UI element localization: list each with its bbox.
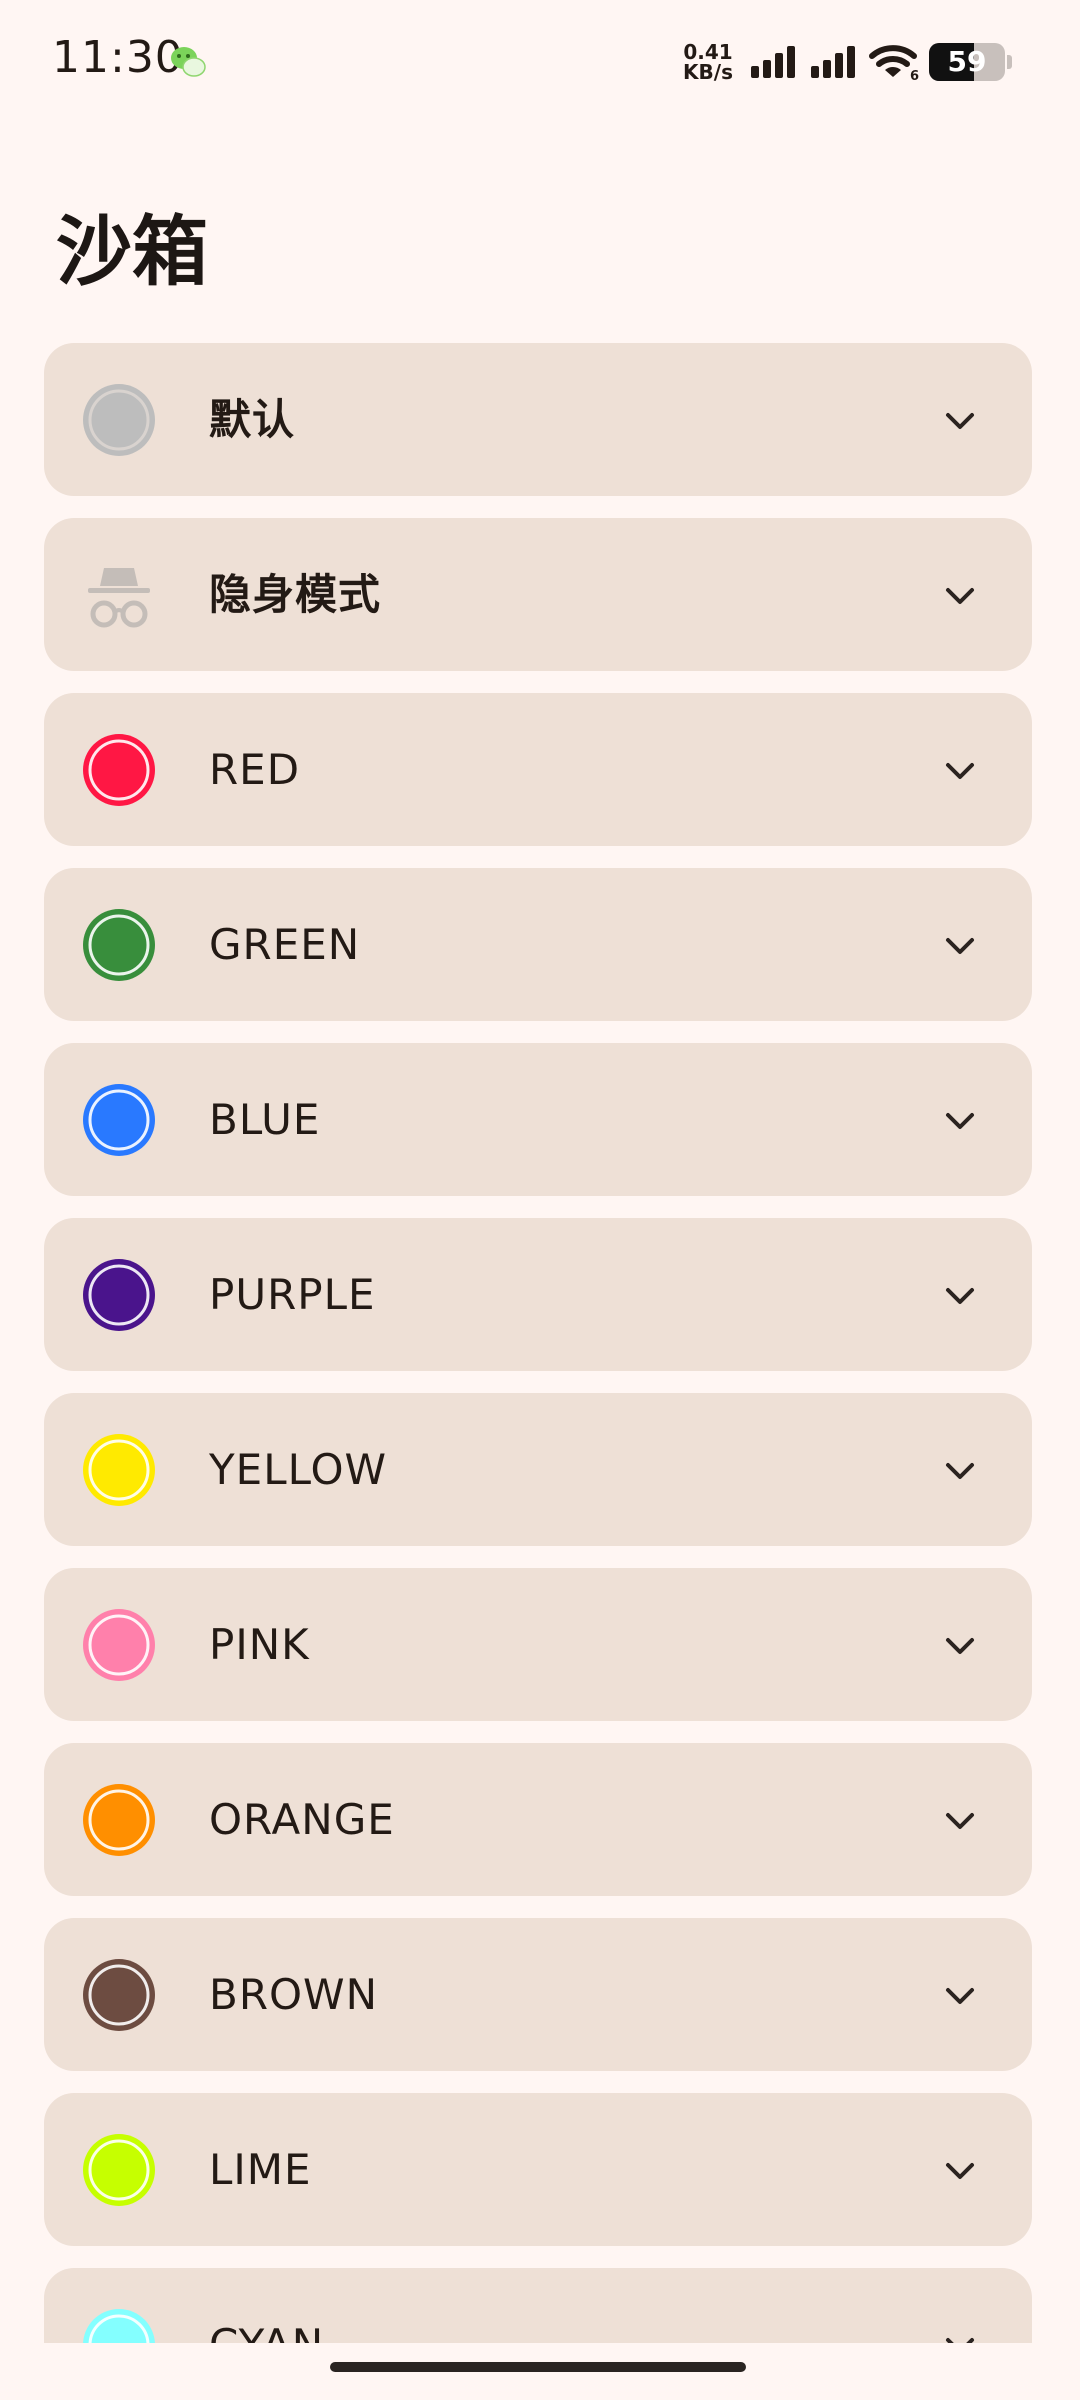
sandbox-item-label: ORANGE <box>209 1795 395 1844</box>
sandbox-item[interactable]: PURPLE <box>44 1218 1032 1371</box>
status-time: 11:30 <box>52 32 184 83</box>
sandbox-list: 默认隐身模式 RED GREEN BLUE PURPLE YELLOW PINK ORANGE… <box>44 343 1032 2343</box>
sandbox-item-label: YELLOW <box>209 1445 388 1494</box>
sandbox-item-label: LIME <box>209 2145 312 2194</box>
signal-icon <box>751 46 795 78</box>
red-circle-icon <box>83 734 155 806</box>
battery-icon: 59 <box>929 43 1005 81</box>
battery-percent: 59 <box>947 45 987 78</box>
sandbox-item[interactable]: 隐身模式 <box>44 518 1032 671</box>
chevron-down-icon[interactable] <box>940 926 980 966</box>
network-speed: 0.41 KB/s <box>683 42 733 82</box>
chevron-down-icon[interactable] <box>940 2326 980 2343</box>
brown-circle-icon <box>83 1959 155 2031</box>
chevron-down-icon[interactable] <box>940 401 980 441</box>
chevron-down-icon[interactable] <box>940 1101 980 1141</box>
sandbox-item-label: PURPLE <box>209 1270 376 1319</box>
chevron-down-icon[interactable] <box>940 576 980 616</box>
sandbox-item-label: CYAN <box>209 2268 324 2343</box>
sandbox-item[interactable]: CYAN <box>44 2268 1032 2343</box>
sandbox-item-label: 隐身模式 <box>209 570 382 619</box>
sandbox-item[interactable]: ORANGE <box>44 1743 1032 1896</box>
pink-circle-icon <box>83 1609 155 1681</box>
purple-circle-icon <box>83 1259 155 1331</box>
sandbox-item-label: BLUE <box>209 1095 321 1144</box>
sandbox-item[interactable]: YELLOW <box>44 1393 1032 1546</box>
lime-circle-icon <box>83 2134 155 2206</box>
chevron-down-icon[interactable] <box>940 1801 980 1841</box>
chevron-down-icon[interactable] <box>940 1626 980 1666</box>
network-speed-unit: KB/s <box>683 60 733 84</box>
signal-icon <box>811 46 855 78</box>
orange-circle-icon <box>83 1784 155 1856</box>
sandbox-item[interactable]: PINK <box>44 1568 1032 1721</box>
chevron-down-icon[interactable] <box>940 1976 980 2016</box>
chevron-down-icon[interactable] <box>940 751 980 791</box>
sandbox-item-label: GREEN <box>209 920 361 969</box>
network-speed-value: 0.41 <box>683 40 733 64</box>
chevron-down-icon[interactable] <box>940 2151 980 2191</box>
incognito-icon <box>88 568 150 628</box>
sandbox-item[interactable]: LIME <box>44 2093 1032 2246</box>
wifi-badge: 6 <box>910 69 919 81</box>
home-indicator[interactable] <box>330 2362 746 2372</box>
sandbox-item-label: PINK <box>209 1620 310 1669</box>
page-title: 沙箱 <box>56 207 208 296</box>
cyan-circle-icon <box>83 2309 155 2343</box>
wifi-icon: 6 <box>869 45 919 81</box>
sandbox-item[interactable]: GREEN <box>44 868 1032 1021</box>
default-gray-circle-icon <box>83 384 155 456</box>
chevron-down-icon[interactable] <box>940 1451 980 1491</box>
sandbox-item-label: BROWN <box>209 1970 379 2019</box>
status-indicators: 0.41 KB/s 6 59 <box>683 38 1012 86</box>
battery-tip <box>1007 55 1012 69</box>
sandbox-item-label: 默认 <box>209 395 296 444</box>
wechat-icon <box>171 47 206 77</box>
sandbox-item[interactable]: 默认 <box>44 343 1032 496</box>
sandbox-item[interactable]: RED <box>44 693 1032 846</box>
blue-circle-icon <box>83 1084 155 1156</box>
sandbox-item-label: RED <box>209 745 301 794</box>
sandbox-item[interactable]: BROWN <box>44 1918 1032 2071</box>
chevron-down-icon[interactable] <box>940 1276 980 1316</box>
sandbox-item[interactable]: BLUE <box>44 1043 1032 1196</box>
status-bar: 11:30 0.41 KB/s 6 59 <box>0 0 1080 124</box>
green-circle-icon <box>83 909 155 981</box>
yellow-circle-icon <box>83 1434 155 1506</box>
